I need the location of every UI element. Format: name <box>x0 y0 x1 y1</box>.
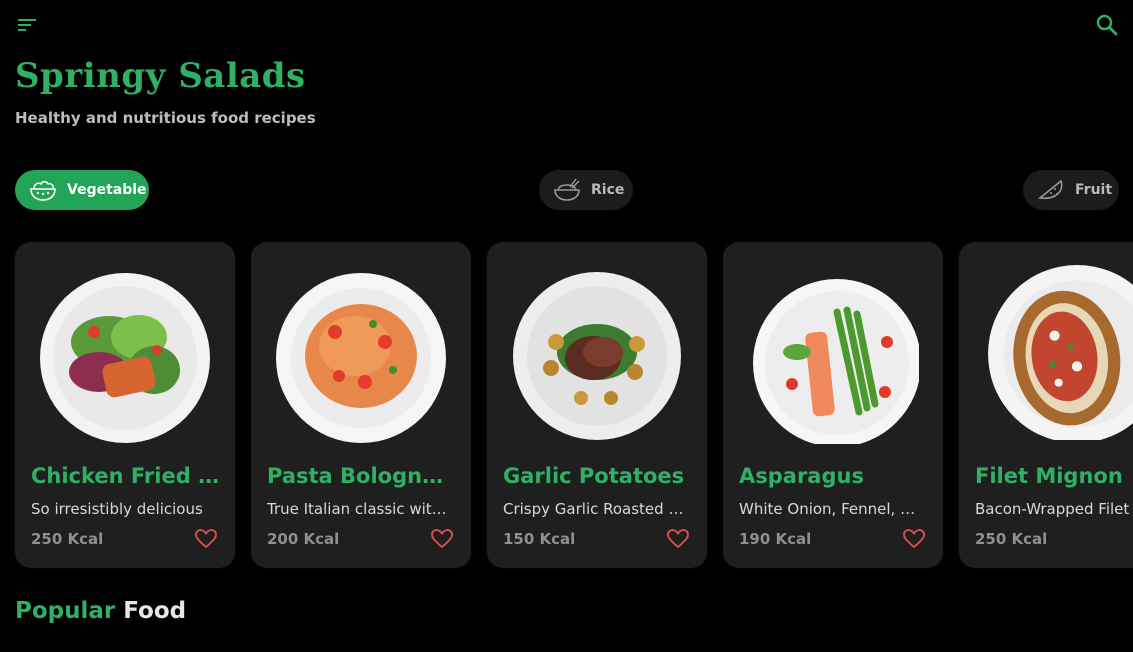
heart-icon[interactable] <box>431 529 453 549</box>
recipe-calories: 150 Kcal <box>503 530 576 548</box>
category-label: Rice <box>591 182 625 198</box>
dish-image-steak-potatoes <box>513 272 681 440</box>
recipe-description: White Onion, Fennel, and Watercress <box>739 500 923 518</box>
recipe-description: Bacon-Wrapped Filet Mignon <box>975 500 1133 518</box>
recipe-calories: 200 Kcal <box>267 530 340 548</box>
recipe-name: Asparagus <box>739 464 864 488</box>
section-title-word-food: Food <box>123 598 187 624</box>
rice-bowl-icon <box>553 178 581 202</box>
category-label: Vegetable <box>67 182 147 198</box>
recipe-name: Filet Mignon <box>975 464 1123 488</box>
category-chip-rice[interactable]: Rice <box>539 170 633 210</box>
recipe-description: Crispy Garlic Roasted Potatoes <box>503 500 687 518</box>
recipe-description: So irresistibly delicious <box>31 500 203 518</box>
watermelon-icon <box>1037 178 1065 202</box>
category-label: Fruit <box>1075 182 1113 198</box>
recipe-name: Chicken Fried ... <box>31 464 221 488</box>
dish-image-stuffed-potato <box>988 265 1133 440</box>
recipe-card-pasta[interactable]: Pasta Bolognese True Italian classic wit… <box>251 242 471 568</box>
search-icon[interactable] <box>1094 12 1120 38</box>
section-title-word-popular: Popular <box>15 598 116 624</box>
top-app-bar <box>0 0 1133 50</box>
dish-image-salmon-asparagus <box>753 279 919 444</box>
category-chip-fruit[interactable]: Fruit <box>1023 170 1119 210</box>
recipe-description: True Italian classic with a meaty sauce <box>267 500 451 518</box>
recipe-card-filet-mignon[interactable]: Filet Mignon Bacon-Wrapped Filet Mignon … <box>959 242 1133 568</box>
recipe-card-garlic-potatoes[interactable]: Garlic Potatoes Crispy Garlic Roasted Po… <box>487 242 707 568</box>
recipe-name: Garlic Potatoes <box>503 464 685 488</box>
dish-image-chicken-salad <box>40 273 210 443</box>
heart-icon[interactable] <box>903 529 925 549</box>
recipe-calories: 250 Kcal <box>31 530 104 548</box>
heart-icon[interactable] <box>667 529 689 549</box>
app-title: Springy Salads <box>15 56 306 96</box>
recipe-card-asparagus[interactable]: Asparagus White Onion, Fennel, and Water… <box>723 242 943 568</box>
salad-bowl-icon <box>29 178 57 202</box>
category-chip-vegetable[interactable]: Vegetable <box>15 170 149 210</box>
dish-image-pasta <box>276 273 446 443</box>
heart-icon[interactable] <box>195 529 217 549</box>
popular-food-heading: Popular Food <box>15 598 186 624</box>
recipe-card-chicken[interactable]: Chicken Fried ... So irresistibly delici… <box>15 242 235 568</box>
menu-icon[interactable] <box>16 14 40 36</box>
recipe-name: Pasta Bolognese <box>267 464 457 488</box>
recipe-calories: 250 Kcal <box>975 530 1048 548</box>
recipe-calories: 190 Kcal <box>739 530 812 548</box>
app-subtitle: Healthy and nutritious food recipes <box>15 109 316 127</box>
